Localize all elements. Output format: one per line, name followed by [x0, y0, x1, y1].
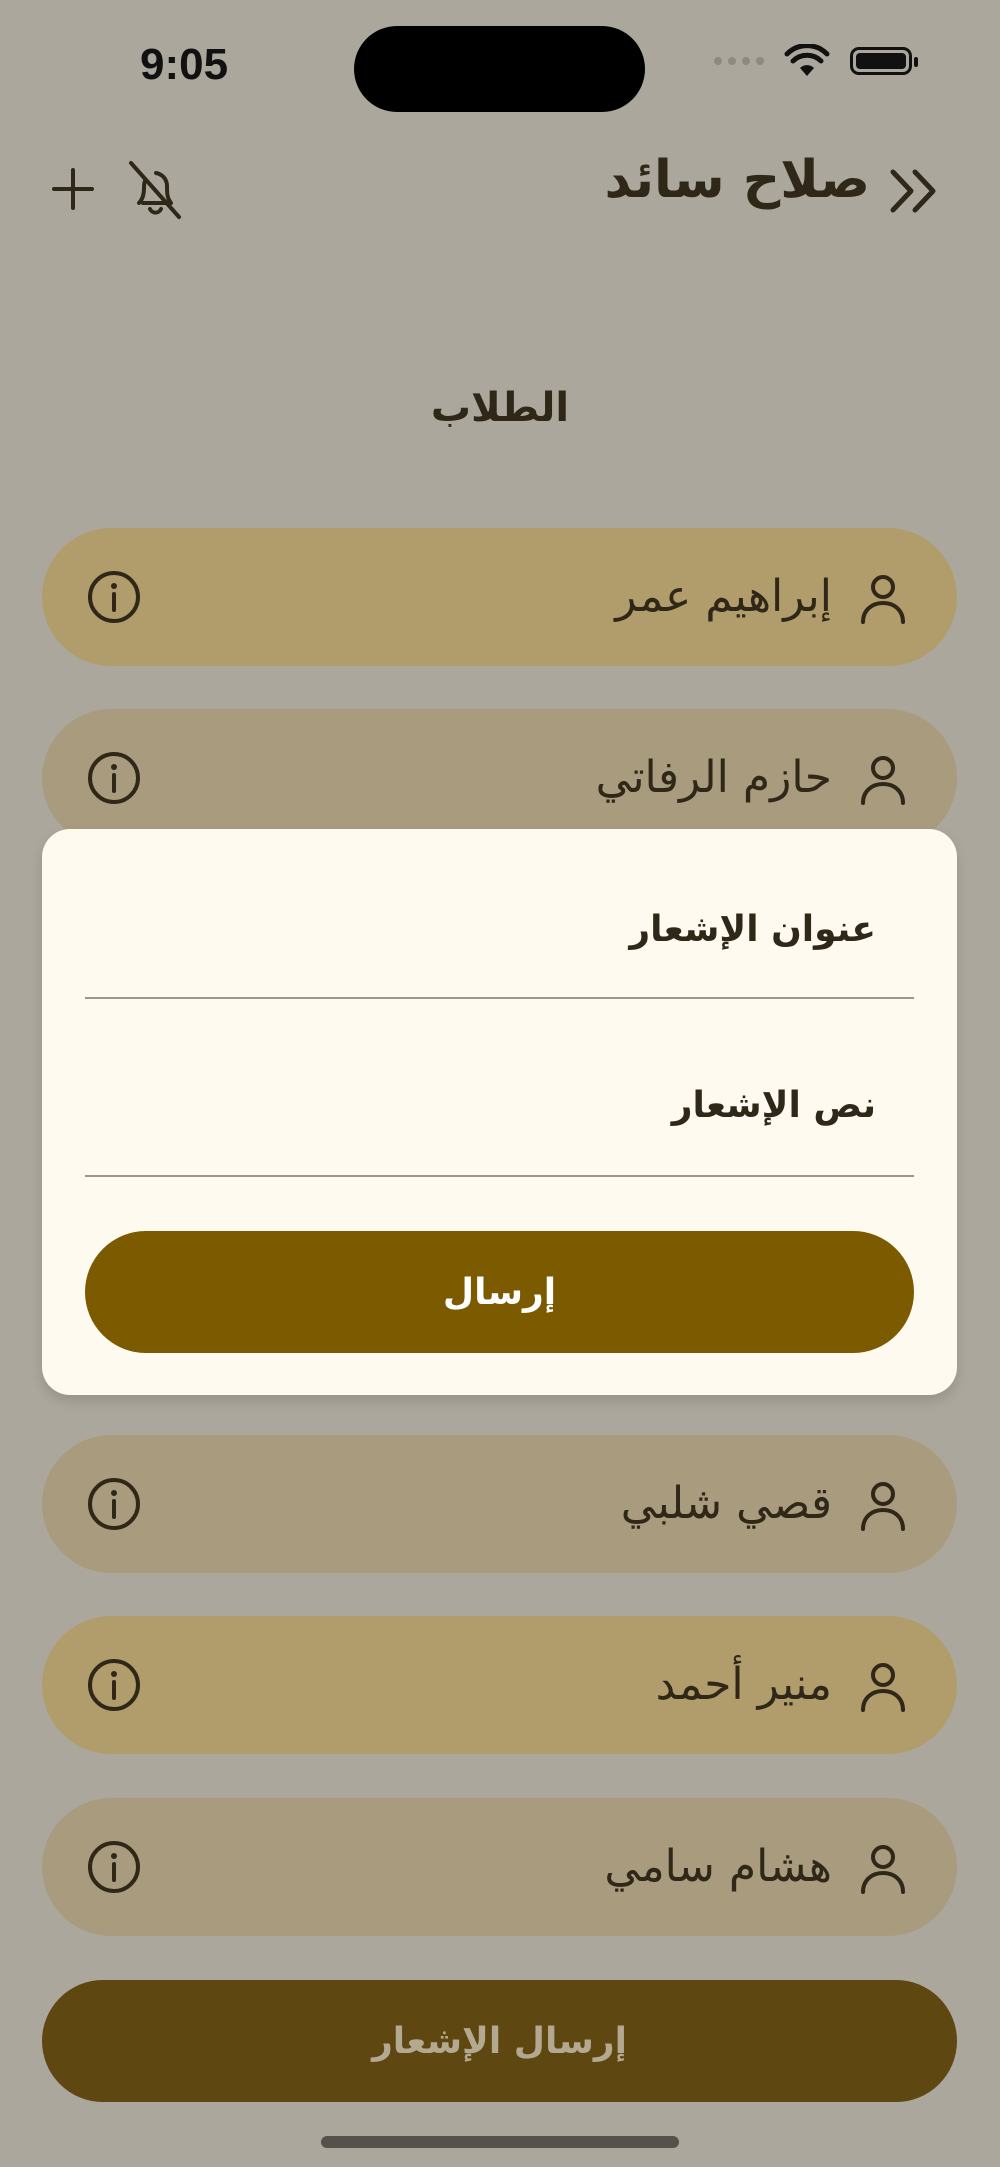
person-icon: [861, 575, 905, 624]
info-icon[interactable]: [86, 1476, 142, 1532]
bell-off-icon: [129, 161, 181, 219]
send-notification-button[interactable]: إرسال الإشعار: [42, 1980, 957, 2102]
info-icon[interactable]: [86, 1839, 142, 1895]
student-card[interactable]: حازم الرفاتي: [42, 709, 957, 847]
send-button[interactable]: إرسال: [85, 1231, 914, 1353]
section-title: الطلاب: [430, 385, 570, 431]
notification-dialog: عنوان الإشعار نص الإشعار إرسال: [42, 829, 957, 1395]
student-card[interactable]: إبراهيم عمر: [42, 528, 957, 666]
home-indicator[interactable]: [321, 2136, 679, 2148]
person-icon: [861, 1845, 905, 1894]
student-name: إبراهيم عمر: [615, 571, 832, 622]
notification-body-field[interactable]: نص الإشعار: [85, 997, 914, 1177]
double-chevron-icon: [890, 169, 936, 213]
student-card[interactable]: هشام سامي: [42, 1798, 957, 1936]
student-name: حازم الرفاتي: [595, 752, 832, 803]
student-card[interactable]: منير أحمد: [42, 1616, 957, 1754]
info-icon[interactable]: [86, 569, 142, 625]
top-app-bar: صلاح سائد: [0, 150, 1000, 230]
back-button[interactable]: [880, 156, 950, 226]
person-icon: [861, 1663, 905, 1712]
notification-title-label: عنوان الإشعار: [629, 909, 876, 950]
signal-icon: [714, 57, 764, 65]
student-card[interactable]: قصي شلبي: [42, 1435, 957, 1573]
status-time: 9:05: [140, 40, 229, 89]
student-name: قصي شلبي: [620, 1478, 832, 1529]
person-icon: [861, 1482, 905, 1531]
notification-title-field[interactable]: عنوان الإشعار: [85, 829, 914, 999]
page-title: صلاح سائد: [604, 150, 870, 210]
add-button[interactable]: [38, 154, 108, 224]
status-icons: [714, 44, 918, 78]
info-icon[interactable]: [86, 1657, 142, 1713]
wifi-icon: [784, 44, 830, 76]
notification-body-label: نص الإشعار: [671, 1085, 876, 1126]
student-name: هشام سامي: [604, 1841, 832, 1892]
plus-icon: [52, 168, 94, 210]
person-icon: [861, 756, 905, 805]
battery-icon: [850, 47, 918, 75]
student-name: منير أحمد: [655, 1659, 832, 1710]
notifications-off-button[interactable]: [120, 154, 190, 224]
dynamic-island: [354, 26, 645, 112]
info-icon[interactable]: [86, 750, 142, 806]
